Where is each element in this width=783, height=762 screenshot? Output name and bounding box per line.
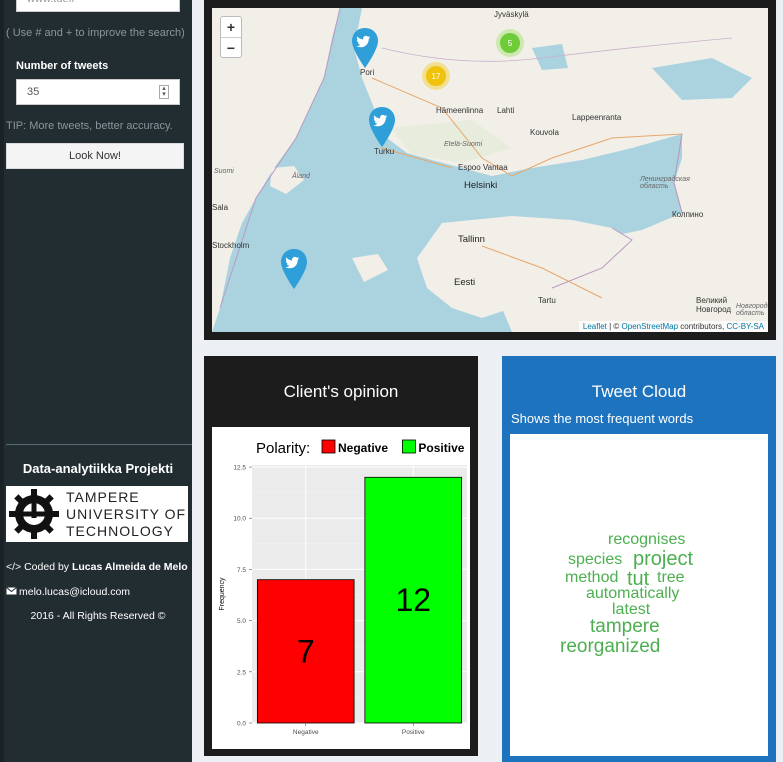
tweet-cloud-box: Tweet Cloud Shows the most frequent word… bbox=[502, 356, 776, 762]
map-label: Колпино bbox=[672, 210, 704, 219]
map-label: Kouvola bbox=[530, 128, 559, 137]
x-tick-label: Positive bbox=[402, 729, 425, 736]
map-label: Ленинградская область bbox=[640, 176, 690, 190]
twitter-marker-icon[interactable] bbox=[369, 107, 395, 147]
credit-line: </> Coded by Lucas Almeida de Melo bbox=[6, 561, 188, 573]
zoom-out-button[interactable]: − bbox=[221, 37, 241, 57]
map-label: Jyväskylä bbox=[494, 10, 529, 19]
tut-logo: TAMPERE UNIVERSITY OF TECHNOLOGY bbox=[6, 486, 188, 542]
zoom-in-button[interactable]: + bbox=[221, 17, 241, 37]
y-tick-label: 10.0 bbox=[233, 516, 246, 523]
map-label: Pori bbox=[360, 68, 375, 77]
sidebar: www.tut.fi ( Use # and + to improve the … bbox=[0, 0, 192, 762]
legend-swatch bbox=[401, 439, 416, 454]
search-hint: ( Use # and + to improve the search) bbox=[6, 27, 185, 39]
map-attribution: Leaflet | © OpenStreetMap contributors, … bbox=[578, 321, 768, 332]
cloud-word: project bbox=[633, 548, 694, 570]
cloud-word: tree bbox=[657, 569, 685, 586]
tweet-map[interactable]: + − Jyväskylä Pori Hämeenlinna Lahti Lap… bbox=[212, 8, 768, 332]
cloud-word: species bbox=[568, 551, 623, 568]
cloud-word: reorganized bbox=[560, 636, 661, 657]
cloud-word: method bbox=[565, 569, 619, 586]
map-label: Espoo Vantaa bbox=[458, 163, 508, 172]
legend-swatch bbox=[321, 439, 336, 454]
logo-line-3: TECHNOLOGY bbox=[66, 522, 175, 539]
attribution-separator: | © bbox=[606, 322, 622, 331]
email-link[interactable]: melo.lucas@icloud.com bbox=[19, 586, 130, 598]
map-label: Etelä-Suomi bbox=[444, 141, 483, 148]
marker-cluster[interactable]: 5 bbox=[496, 29, 524, 57]
stepper-icon[interactable]: ▴ ▾ bbox=[159, 85, 169, 99]
y-axis-label: Frequency bbox=[219, 577, 226, 611]
rights-text: 2016 - All Rights Reserved © bbox=[30, 610, 166, 622]
attribution-contributors: contributors, bbox=[678, 322, 727, 331]
y-tick-label: 2.5 bbox=[237, 669, 246, 676]
twitter-marker-icon[interactable] bbox=[352, 28, 378, 68]
osm-link[interactable]: OpenStreetMap bbox=[622, 322, 678, 331]
tweets-count-value: 35 bbox=[27, 86, 40, 98]
logo-line-2: UNIVERSITY OF bbox=[66, 505, 187, 522]
legend-label: Negative bbox=[338, 441, 388, 455]
map-box: + − Jyväskylä Pori Hämeenlinna Lahti Lap… bbox=[204, 0, 776, 340]
map-label: Новгородская область bbox=[736, 303, 768, 317]
envelope-icon bbox=[6, 587, 17, 595]
polarity-chart-svg: Polarity: Negative Positive 0.0 2.5 5.0 7.5 10.… bbox=[219, 439, 467, 736]
cloud-subtitle: Shows the most frequent words bbox=[511, 411, 694, 426]
tweets-count-input[interactable]: 35 ▴ ▾ bbox=[16, 79, 180, 105]
cloud-word: automatically bbox=[586, 585, 680, 602]
y-tick-label: 12.5 bbox=[233, 465, 246, 472]
map-label: Suomi bbox=[214, 168, 234, 175]
zoom-control: + − bbox=[220, 16, 242, 58]
license-link[interactable]: CC-BY-SA bbox=[727, 322, 765, 331]
y-tick-label: 5.0 bbox=[237, 618, 246, 625]
author-name: Lucas Almeida de Melo bbox=[71, 561, 188, 573]
map-label: Lappeenranta bbox=[572, 113, 622, 122]
sidebar-edge bbox=[0, 0, 4, 762]
legend-label: Positive bbox=[418, 441, 464, 455]
search-input[interactable]: www.tut.fi bbox=[16, 0, 180, 12]
sidebar-divider bbox=[6, 444, 192, 445]
legend-title: Polarity: bbox=[256, 440, 310, 457]
bar-value-label: 7 bbox=[297, 633, 315, 669]
map-label: Stockholm bbox=[212, 241, 250, 250]
map-label: Åland bbox=[292, 173, 310, 180]
opinion-title: Client's opinion bbox=[283, 382, 399, 401]
cloud-title: Tweet Cloud bbox=[591, 382, 687, 401]
bar-value-label: 12 bbox=[395, 582, 431, 618]
leaflet-link[interactable]: Leaflet bbox=[583, 322, 607, 331]
cluster-count: 17 bbox=[426, 66, 446, 86]
marker-cluster[interactable]: 17 bbox=[422, 62, 450, 90]
x-tick-label: Negative bbox=[293, 729, 319, 736]
map-label: Великий Новгород bbox=[696, 296, 732, 314]
map-label: Lahti bbox=[497, 106, 515, 115]
y-tick-label: 0.0 bbox=[237, 721, 246, 728]
project-title: Data-analytiikka Projekti bbox=[22, 461, 174, 476]
tweets-count-label: Number of tweets bbox=[16, 60, 109, 72]
map-label: Eesti bbox=[454, 277, 476, 288]
word-cloud: recognises species project method tut tr… bbox=[510, 434, 768, 756]
map-label: Turku bbox=[374, 147, 395, 156]
code-icon-prefix: </> Coded by bbox=[6, 561, 72, 573]
cluster-count: 5 bbox=[500, 33, 520, 53]
cloud-word: recognises bbox=[608, 531, 686, 548]
map-label: Sala bbox=[212, 203, 229, 212]
map-label: Tallinn bbox=[458, 234, 485, 245]
email-line: melo.lucas@icloud.com bbox=[6, 586, 130, 598]
look-now-button[interactable]: Look Now! bbox=[6, 143, 184, 169]
cloud-word: tampere bbox=[590, 616, 660, 637]
tip-text: TIP: More tweets, better accuracy. bbox=[6, 120, 173, 132]
polarity-chart: Polarity: Negative Positive 0.0 2.5 5.0 7.5 10.… bbox=[212, 427, 470, 749]
opinion-box: Client's opinion Polarity: Negative Positi… bbox=[204, 356, 478, 756]
twitter-marker-icon[interactable] bbox=[281, 249, 307, 289]
logo-line-1: TAMPERE bbox=[66, 488, 140, 505]
map-label: Helsinki bbox=[464, 180, 498, 191]
tut-gear-icon bbox=[6, 486, 62, 542]
map-label: Hämeenlinna bbox=[436, 106, 484, 115]
y-tick-label: 7.5 bbox=[237, 567, 246, 574]
map-label: Tartu bbox=[538, 296, 556, 305]
